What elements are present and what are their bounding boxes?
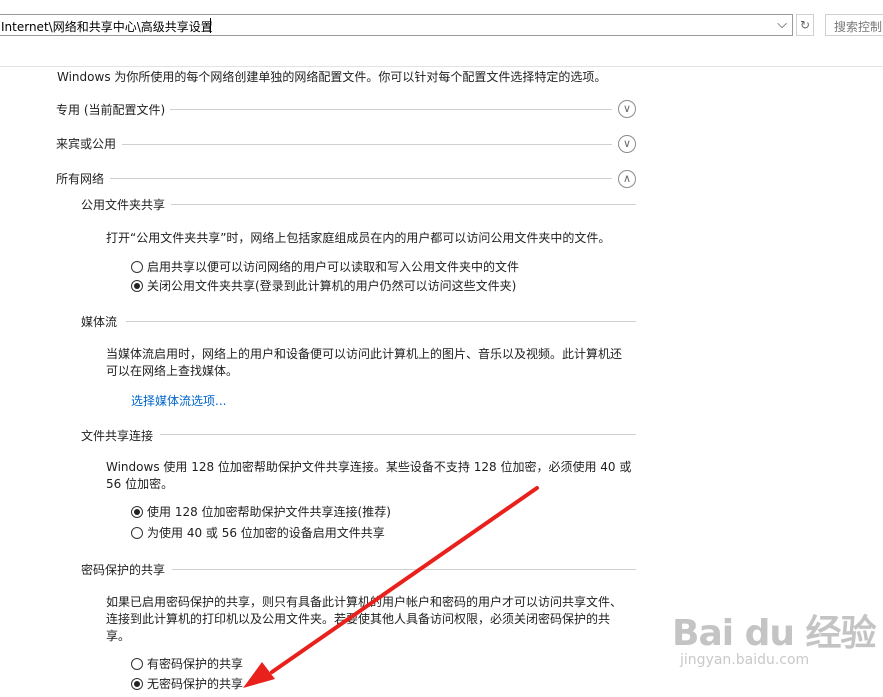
red-arrow-annotation — [243, 486, 539, 688]
